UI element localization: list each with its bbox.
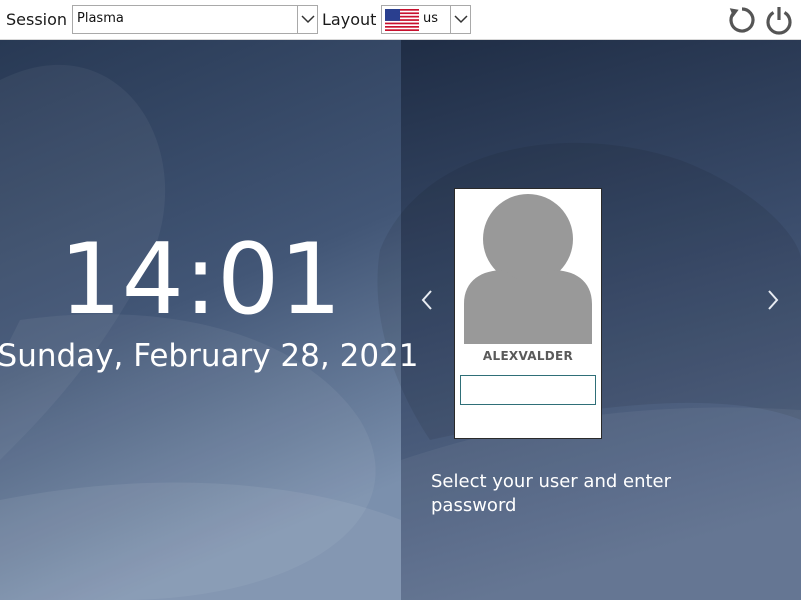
reboot-icon <box>729 7 755 33</box>
chevron-down-icon <box>454 15 468 24</box>
layout-value: us <box>423 11 439 26</box>
layout-dropdown-button[interactable] <box>450 6 470 33</box>
user-card[interactable]: ALEXVALDER <box>454 188 602 439</box>
session-value: Plasma <box>77 11 124 26</box>
chevron-right-icon[interactable] <box>766 289 780 311</box>
session-label: Session <box>6 10 68 29</box>
session-dropdown-button[interactable] <box>297 6 317 33</box>
session-select[interactable]: Plasma <box>72 5 318 34</box>
chevron-left-icon[interactable] <box>420 289 434 311</box>
us-flag-icon <box>385 9 419 31</box>
layout-select[interactable]: us <box>381 5 471 34</box>
user-avatar-icon <box>464 194 592 344</box>
clock-date: Sunday, February 28, 2021 <box>0 338 419 374</box>
shutdown-icon <box>766 7 792 35</box>
reboot-button[interactable] <box>727 5 757 35</box>
chevron-down-icon <box>301 15 315 24</box>
clock-time: 14:01 <box>59 223 342 337</box>
top-bar: Session Plasma Layout us <box>0 0 801 40</box>
password-field[interactable] <box>460 375 596 405</box>
shutdown-button[interactable] <box>764 5 794 35</box>
layout-label: Layout <box>322 10 377 29</box>
login-screen: Session Plasma Layout us 14:01 Sunday, F… <box>0 0 801 600</box>
login-hint: Select your user and enter password <box>431 471 672 516</box>
username-label: ALEXVALDER <box>482 349 574 363</box>
